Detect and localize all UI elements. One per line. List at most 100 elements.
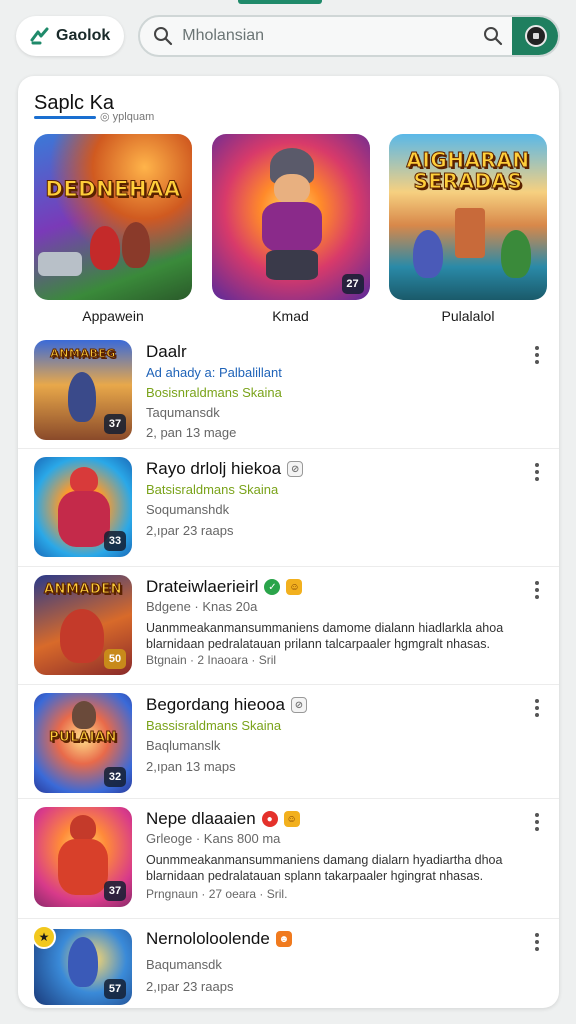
more-options-icon[interactable] bbox=[529, 461, 545, 483]
mic-icon bbox=[525, 25, 547, 47]
list-item[interactable]: ★ 57 Nernololoolende ☻ Baqumansdk 2,ıpar… bbox=[18, 918, 559, 1008]
character-art bbox=[60, 609, 104, 663]
verified-check-icon: ✓ bbox=[264, 579, 281, 595]
app-title[interactable]: Rayo drlolj hiekoa bbox=[146, 459, 281, 479]
rating-badge: 57 bbox=[104, 979, 126, 999]
character-art bbox=[122, 222, 150, 268]
app-title[interactable]: Nepe dlaaaien bbox=[146, 809, 256, 829]
app-line: 2,ıpar 23 raaps bbox=[146, 523, 234, 538]
app-line: Soqumanshdk bbox=[146, 502, 230, 517]
top-bar: Gaolok bbox=[16, 14, 560, 58]
app-line: Batsisraldmans Skaina bbox=[146, 482, 279, 497]
app-line: Prngnaun · 27 oeara · Sril. bbox=[146, 887, 288, 901]
character-art bbox=[72, 701, 96, 729]
featured-app-thumbnail[interactable]: AIGHARAN SERADAS bbox=[389, 134, 547, 300]
app-description: blarnidaan pedralatauan prilann talcarpa… bbox=[146, 637, 490, 651]
section-subtitle: ◎ yplquam bbox=[100, 111, 155, 123]
featured-art-title: DEDNEHAA bbox=[45, 177, 181, 201]
award-icon: ☺ bbox=[283, 811, 300, 827]
rating-badge: 27 bbox=[341, 274, 364, 294]
live-icon: ● bbox=[261, 811, 278, 827]
section-title-underline bbox=[34, 116, 96, 119]
search-input[interactable] bbox=[182, 27, 474, 45]
featured-app-thumbnail[interactable]: 27 bbox=[211, 134, 370, 300]
verified-icon: ⊘ bbox=[290, 697, 307, 713]
featured-app[interactable]: AIGHARAN SERADAS Pulalalol bbox=[389, 134, 547, 324]
list-item[interactable]: 37 Nepe dlaaaien ● ☺ Grleoge · Kans 800 … bbox=[18, 798, 559, 918]
app-art-title: PULAIAN bbox=[49, 730, 117, 745]
featured-app-label: Pulalalol bbox=[441, 308, 495, 324]
app-line: Taqumansdk bbox=[146, 405, 220, 420]
featured-app[interactable]: DEDNEHAA Appawein bbox=[34, 134, 192, 324]
app-title[interactable]: Nernololoolende bbox=[146, 929, 270, 949]
star-badge-icon: ★ bbox=[32, 925, 56, 949]
search-submit-icon[interactable] bbox=[482, 25, 504, 47]
featured-app-label: Appawein bbox=[82, 308, 144, 324]
app-thumbnail[interactable]: PULAIAN 32 bbox=[34, 693, 132, 793]
app-art-title: ANMABEG bbox=[50, 347, 116, 360]
rating-badge: 33 bbox=[104, 531, 126, 551]
app-thumbnail[interactable]: 37 bbox=[34, 807, 132, 907]
app-title[interactable]: Drateiwlaerieirl bbox=[146, 577, 258, 597]
app-thumbnail[interactable]: 33 bbox=[34, 457, 132, 557]
character-body-art bbox=[261, 202, 322, 252]
app-description: Uanmmeakanmansummaniens damome dialann h… bbox=[146, 621, 504, 635]
voice-search-button[interactable] bbox=[512, 17, 559, 55]
more-options-icon[interactable] bbox=[529, 697, 545, 719]
app-line: 2, pan 13 mage bbox=[146, 425, 237, 440]
app-description: blarnidaan pedralatauan splann takarpaal… bbox=[146, 869, 484, 883]
app-art-title: ANMADEN bbox=[44, 582, 123, 597]
app-line: 2,ıpan 13 maps bbox=[146, 759, 236, 774]
list-item[interactable]: 33 Rayo drlolj hiekoa ⊘ Batsisraldmans S… bbox=[18, 448, 559, 566]
search-bar[interactable] bbox=[138, 15, 560, 57]
award-icon: ☺ bbox=[286, 579, 303, 595]
search-icon bbox=[152, 25, 174, 47]
app-description: Ounmmeakanmansummaniens damang dialarn h… bbox=[146, 853, 503, 867]
character-art bbox=[413, 230, 443, 278]
featured-row: DEDNEHAA Appawein 27 Kmad AIGHARAN SERAD… bbox=[34, 134, 547, 324]
hot-icon: ☻ bbox=[275, 931, 292, 947]
rating-badge: 50 bbox=[104, 649, 126, 669]
app-line: Baqlumanslk bbox=[146, 738, 221, 753]
rating-badge: 37 bbox=[104, 881, 126, 901]
character-face-art bbox=[70, 815, 96, 841]
brand-logo-icon bbox=[30, 27, 49, 45]
brand-button[interactable]: Gaolok bbox=[16, 16, 125, 56]
app-line: 2,ıpar 23 raaps bbox=[146, 979, 234, 994]
featured-app-label: Kmad bbox=[272, 308, 309, 324]
content-card: Saplc Ka ◎ yplquam DEDNEHAA Appawein 27 … bbox=[18, 76, 559, 1008]
top-indicator bbox=[238, 0, 322, 4]
character-art bbox=[90, 226, 120, 270]
app-line: Bdgene · Knas 20a bbox=[146, 599, 258, 614]
character-body-art bbox=[58, 491, 110, 547]
app-title[interactable]: Begordang hieooa bbox=[146, 695, 285, 715]
rating-badge: 32 bbox=[104, 767, 126, 787]
tower-art bbox=[455, 208, 485, 258]
app-line: Grleoge · Kans 800 ma bbox=[146, 831, 281, 846]
featured-art-title: AIGHARAN SERADAS bbox=[406, 148, 530, 193]
list-item[interactable]: ANMABEG 37 Daalr Ad ahady a: Palbalillan… bbox=[18, 332, 559, 448]
more-options-icon[interactable] bbox=[529, 811, 545, 833]
app-title[interactable]: Daalr bbox=[146, 342, 187, 362]
more-options-icon[interactable] bbox=[529, 931, 545, 953]
featured-app[interactable]: 27 Kmad bbox=[211, 134, 370, 324]
character-face-art bbox=[273, 174, 310, 204]
app-thumbnail[interactable]: ANMABEG 37 bbox=[34, 340, 132, 440]
character-art bbox=[68, 937, 98, 987]
featured-app-thumbnail[interactable]: DEDNEHAA bbox=[34, 134, 192, 300]
app-line: Baqumansdk bbox=[146, 957, 222, 972]
rating-badge: 37 bbox=[104, 414, 126, 434]
app-line: Ad ahady a: Palbalillant bbox=[146, 365, 282, 380]
more-options-icon[interactable] bbox=[529, 344, 545, 366]
verified-icon: ⊘ bbox=[287, 461, 304, 477]
app-thumbnail[interactable]: ANMADEN 50 bbox=[34, 575, 132, 675]
more-options-icon[interactable] bbox=[529, 579, 545, 601]
brand-name: Gaolok bbox=[56, 27, 111, 44]
app-line: Btgnain · 2 Inaoara · Sril bbox=[146, 653, 277, 667]
character-body-art bbox=[58, 839, 108, 895]
car-art bbox=[38, 252, 82, 276]
character-art bbox=[501, 230, 531, 278]
list-item[interactable]: ANMADEN 50 Drateiwlaerieirl ✓ ☺ Bdgene ·… bbox=[18, 566, 559, 684]
list-item[interactable]: PULAIAN 32 Begordang hieooa ⊘ Bassisrald… bbox=[18, 684, 559, 798]
app-line: Bosisnraldmans Skaina bbox=[146, 385, 282, 400]
